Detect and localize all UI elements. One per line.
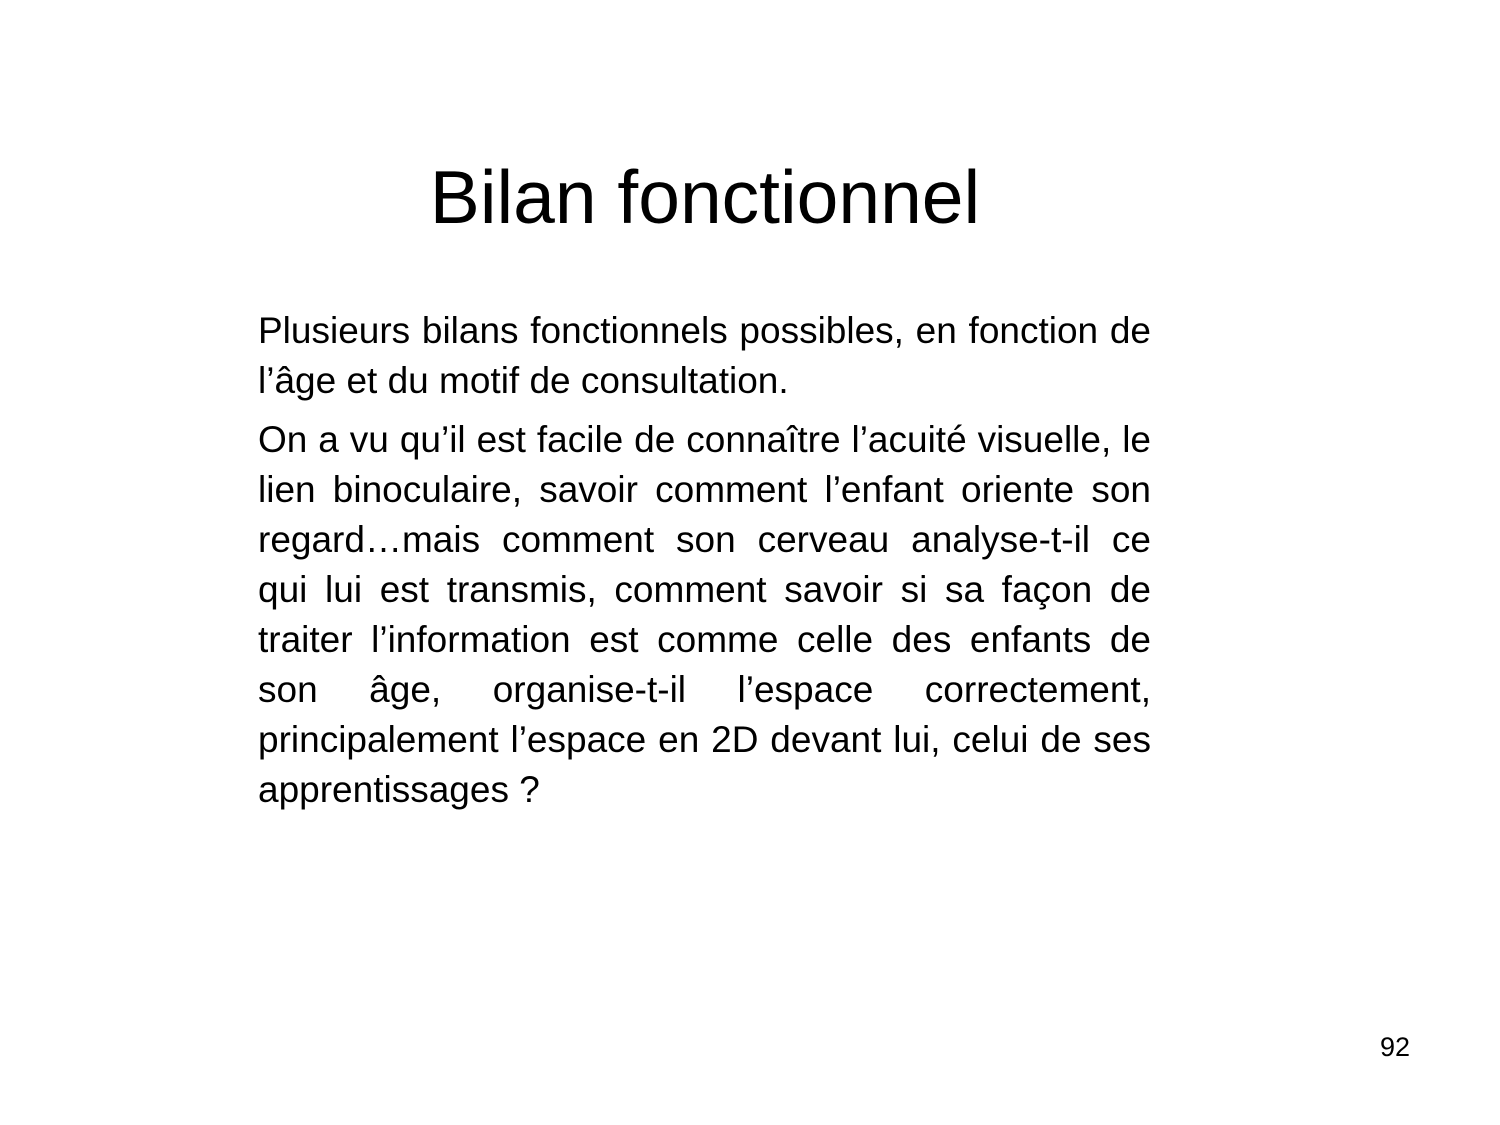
slide-body: Plusieurs bilans fonctionnels possibles,… — [258, 306, 1151, 824]
page-number: 92 — [1379, 1032, 1410, 1062]
slide-title: Bilan fonctionnel — [429, 155, 981, 239]
body-paragraph-2: On a vu qu’il est facile de connaître l’… — [258, 419, 1151, 810]
body-paragraph-1: Plusieurs bilans fonctionnels possibles,… — [258, 310, 1151, 401]
